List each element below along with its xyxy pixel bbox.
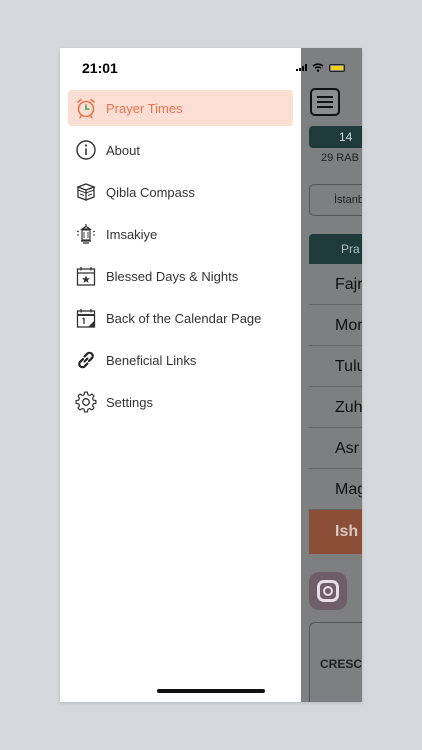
wifi-icon	[312, 63, 324, 72]
menu-item-label: Imsakiye	[106, 226, 158, 242]
table-row: Fajr	[309, 264, 362, 305]
navigation-drawer: 21:01 Prayer Times About Qibla Compass I…	[60, 48, 345, 702]
menu-item-imsakiye[interactable]: Imsakiye	[68, 216, 293, 252]
prayer-times-table: Pra Fajr Mor Tulu Zuh Asr Mag Ish	[309, 234, 362, 554]
menu-item-label: Back of the Calendar Page	[106, 310, 262, 326]
lantern-icon	[75, 223, 97, 245]
table-row: Mor	[309, 305, 362, 346]
hamburger-menu-button[interactable]	[310, 88, 340, 116]
menu-item-label: Beneficial Links	[106, 352, 197, 368]
date-tab[interactable]: 14	[309, 126, 362, 148]
table-row: Zuh	[309, 387, 362, 428]
phone-screen: 14 29 RAB İstanb Pra Fajr Mor Tulu Zuh A…	[60, 48, 362, 702]
hijri-date: 29 RAB	[321, 152, 359, 164]
menu-item-label: About	[106, 142, 140, 158]
link-icon	[75, 349, 97, 371]
menu-item-blessed-days[interactable]: Blessed Days & Nights	[68, 258, 293, 294]
info-card[interactable]: CRESC	[309, 622, 362, 702]
status-icons	[296, 63, 345, 72]
home-indicator[interactable]	[157, 689, 265, 693]
menu-item-qibla-compass[interactable]: Qibla Compass	[68, 174, 293, 210]
menu-item-label: Prayer Times	[106, 100, 183, 116]
table-header: Pra	[309, 234, 362, 264]
menu-item-settings[interactable]: Settings	[68, 384, 293, 420]
menu-item-calendar-page[interactable]: Back of the Calendar Page	[68, 300, 293, 336]
gear-icon	[75, 391, 97, 413]
menu-item-prayer-times[interactable]: Prayer Times	[68, 90, 293, 126]
table-row: Asr	[309, 428, 362, 469]
calendar-page-icon	[75, 307, 97, 329]
drawer-menu: Prayer Times About Qibla Compass Imsakiy…	[68, 90, 293, 426]
menu-item-beneficial-links[interactable]: Beneficial Links	[68, 342, 293, 378]
battery-icon	[329, 63, 345, 72]
menu-item-label: Settings	[106, 394, 153, 410]
status-time: 21:01	[82, 60, 118, 76]
table-row: Tulu	[309, 346, 362, 387]
instagram-icon[interactable]	[309, 572, 347, 610]
menu-item-label: Qibla Compass	[106, 184, 195, 200]
city-selector[interactable]: İstanb	[309, 184, 362, 216]
calendar-star-icon	[75, 265, 97, 287]
background-app[interactable]: 14 29 RAB İstanb Pra Fajr Mor Tulu Zuh A…	[301, 48, 362, 702]
kaaba-icon	[75, 181, 97, 203]
menu-item-about[interactable]: About	[68, 132, 293, 168]
alarm-clock-icon	[75, 97, 97, 119]
menu-item-label: Blessed Days & Nights	[106, 268, 239, 284]
info-icon	[75, 139, 97, 161]
table-row-current: Ish	[309, 510, 362, 554]
table-row: Mag	[309, 469, 362, 510]
signal-icon	[296, 64, 307, 71]
